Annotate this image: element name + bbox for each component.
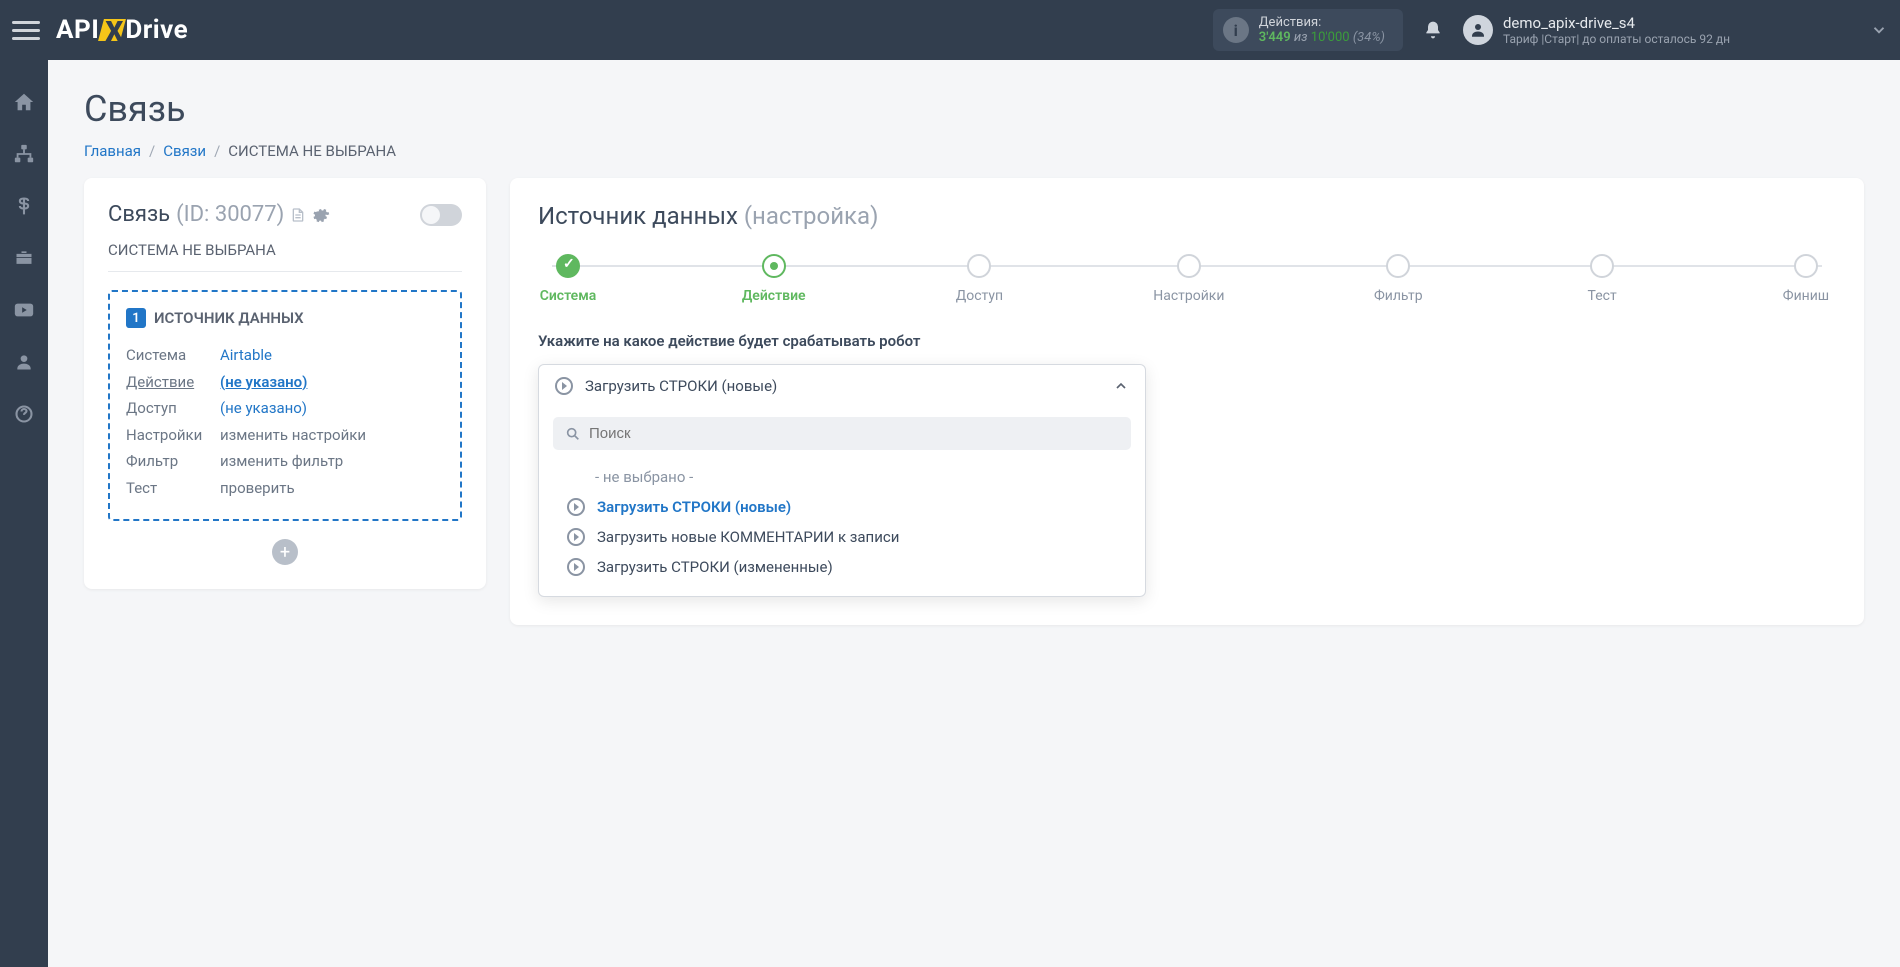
- dollar-icon[interactable]: [12, 194, 36, 218]
- panel-connection: Связь (ID: 30077) СИСТЕМА НЕ ВЫБРАНА 1 И…: [84, 178, 486, 589]
- actions-values: 3'449 из 10'000 (34%): [1259, 30, 1385, 45]
- play-icon: [555, 377, 573, 395]
- row-filter-val[interactable]: изменить фильтр: [220, 450, 343, 473]
- breadcrumb: Главная / Связи / СИСТЕМА НЕ ВЫБРАНА: [84, 142, 1864, 160]
- step-test[interactable]: Тест: [1572, 254, 1632, 304]
- step-access[interactable]: Доступ: [949, 254, 1009, 304]
- instruction: Укажите на какое действие будет срабатыв…: [538, 332, 1836, 350]
- row-test-val[interactable]: проверить: [220, 477, 295, 500]
- logo-x-icon: X: [101, 19, 123, 41]
- youtube-icon[interactable]: [12, 298, 36, 322]
- user-plan: Тариф |Старт| до оплаты осталось 92 дн: [1503, 32, 1730, 46]
- source-box: 1 ИСТОЧНИК ДАННЫХ СистемаAirtable Действ…: [108, 290, 462, 521]
- chevron-down-icon[interactable]: [1870, 21, 1888, 39]
- row-system-lbl: Система: [126, 344, 220, 367]
- logo-api: API: [56, 15, 99, 45]
- bell-icon[interactable]: [1423, 20, 1443, 40]
- logo-drive: Drive: [125, 15, 188, 45]
- actions-label: Действия:: [1259, 15, 1385, 30]
- source-badge: 1: [126, 308, 146, 328]
- step-settings[interactable]: Настройки: [1153, 254, 1224, 304]
- play-icon: [567, 558, 585, 576]
- play-icon: [567, 498, 585, 516]
- page-title: Связь: [84, 88, 1864, 130]
- action-dropdown: Загрузить СТРОКИ (новые) - не выбрано - …: [538, 364, 1146, 597]
- source-title: ИСТОЧНИК ДАННЫХ: [154, 309, 304, 327]
- avatar-icon: [1463, 15, 1493, 45]
- search-input[interactable]: [589, 425, 1119, 442]
- step-system[interactable]: Система: [538, 254, 598, 304]
- breadcrumb-home[interactable]: Главная: [84, 142, 141, 160]
- row-system-val[interactable]: Airtable: [220, 344, 272, 367]
- user-menu[interactable]: demo_apix-drive_s4 Тариф |Старт| до опла…: [1463, 14, 1730, 46]
- option-1[interactable]: Загрузить СТРОКИ (новые): [553, 492, 1131, 522]
- chevron-up-icon: [1113, 378, 1129, 394]
- actions-counter[interactable]: i Действия: 3'449 из 10'000 (34%): [1213, 9, 1403, 51]
- add-button[interactable]: +: [272, 539, 298, 565]
- option-3[interactable]: Загрузить СТРОКИ (измененные): [553, 552, 1131, 582]
- user-icon[interactable]: [12, 350, 36, 374]
- dropdown-search[interactable]: [553, 417, 1131, 450]
- info-icon: i: [1223, 17, 1249, 43]
- row-access-lbl: Доступ: [126, 397, 220, 420]
- connection-id: (ID: 30077): [176, 202, 284, 227]
- play-icon: [567, 528, 585, 546]
- document-icon[interactable]: [290, 207, 306, 223]
- sidebar: [0, 60, 48, 967]
- gear-icon[interactable]: [312, 206, 330, 224]
- home-icon[interactable]: [12, 90, 36, 114]
- dropdown-header[interactable]: Загрузить СТРОКИ (новые): [539, 365, 1145, 407]
- main: Связь Главная / Связи / СИСТЕМА НЕ ВЫБРА…: [48, 60, 1900, 653]
- briefcase-icon[interactable]: [12, 246, 36, 270]
- row-test-lbl: Тест: [126, 477, 220, 500]
- search-icon: [565, 426, 581, 442]
- panel-right-subtitle: (настройка): [744, 202, 879, 230]
- row-filter-lbl: Фильтр: [126, 450, 220, 473]
- panel-right-title: Источник данных: [538, 202, 738, 230]
- row-settings-lbl: Настройки: [126, 424, 220, 447]
- row-access-val[interactable]: (не указано): [220, 397, 307, 420]
- breadcrumb-current: СИСТЕМА НЕ ВЫБРАНА: [228, 142, 396, 160]
- logo[interactable]: API X Drive: [56, 15, 188, 45]
- row-action-lbl: Действие: [126, 371, 220, 394]
- step-finish[interactable]: Финиш: [1776, 254, 1836, 304]
- dropdown-selected: Загрузить СТРОКИ (новые): [585, 377, 1113, 395]
- hamburger-icon[interactable]: [12, 16, 40, 44]
- panel-source-config: Источник данных (настройка) Система Дейс…: [510, 178, 1864, 625]
- topbar: API X Drive i Действия: 3'449 из 10'000 …: [0, 0, 1900, 60]
- step-action[interactable]: Действие: [742, 254, 806, 304]
- enable-toggle[interactable]: [420, 204, 462, 226]
- connections-icon[interactable]: [12, 142, 36, 166]
- row-settings-val[interactable]: изменить настройки: [220, 424, 366, 447]
- help-icon[interactable]: [12, 402, 36, 426]
- option-2[interactable]: Загрузить новые КОММЕНТАРИИ к записи: [553, 522, 1131, 552]
- row-action-val[interactable]: (не указано): [220, 371, 307, 394]
- connection-subtitle: СИСТЕМА НЕ ВЫБРАНА: [108, 241, 462, 272]
- breadcrumb-links[interactable]: Связи: [163, 142, 206, 160]
- stepper: Система Действие Доступ Настройки Фильтр…: [538, 254, 1836, 304]
- step-filter[interactable]: Фильтр: [1368, 254, 1428, 304]
- option-empty[interactable]: - не выбрано -: [553, 462, 1131, 492]
- user-name: demo_apix-drive_s4: [1503, 14, 1730, 32]
- panel-title: Связь: [108, 202, 170, 227]
